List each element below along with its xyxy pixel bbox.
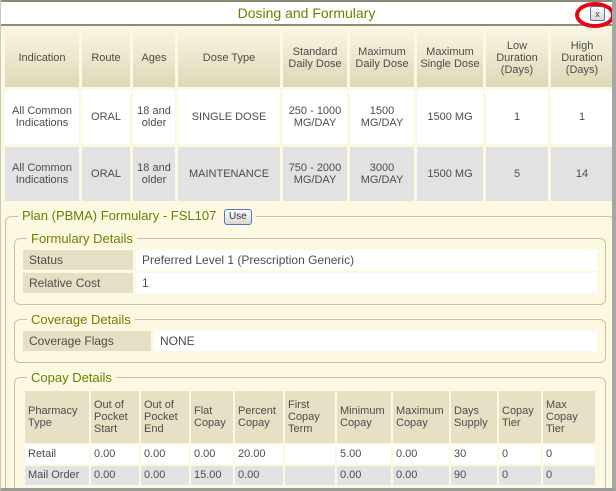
cell: Mail Order — [25, 466, 89, 485]
relative-cost-row: Relative Cost 1 — [23, 273, 597, 293]
cell: 90 — [451, 466, 497, 485]
copay-col-percent-copay: Percent Copay — [235, 391, 283, 443]
cell: 0.00 — [337, 466, 391, 485]
cell: 1 — [486, 90, 548, 144]
status-label: Status — [23, 250, 133, 270]
dosing-col-ages: Ages — [133, 29, 175, 87]
dosing-col-maximum-daily-dose: Maximum Daily Dose — [350, 29, 414, 87]
cell: Retail — [25, 445, 89, 464]
dosing-col-standard-daily-dose: Standard Daily Dose — [283, 29, 347, 87]
copay-col-maximum-copay: Maximum Copay — [393, 391, 449, 443]
dosing-col-maximum-single-dose: Maximum Single Dose — [417, 29, 483, 87]
dosing-row-maintenance: All Common Indications ORAL 18 and older… — [5, 147, 613, 201]
cell: SINGLE DOSE — [178, 90, 280, 144]
dosing-table: Indication Route Ages Dose Type Standard… — [2, 26, 616, 204]
copay-col-oop-end: Out of Pocket End — [141, 391, 189, 443]
copay-col-days-supply: Days Supply — [451, 391, 497, 443]
dosing-formulary-dialog: Dosing and Formulary x Indication Route … — [0, 0, 616, 491]
cell: 0 — [499, 445, 541, 464]
copay-col-flat-copay: Flat Copay — [191, 391, 233, 443]
coverage-flags-row: Coverage Flags NONE — [23, 331, 597, 351]
relative-cost-label: Relative Cost — [23, 273, 133, 293]
cell: 18 and older — [133, 147, 175, 201]
cell: 0 — [543, 445, 595, 464]
cell: ORAL — [82, 90, 130, 144]
cell: 0.00 — [91, 466, 139, 485]
cell: 1500 MG — [417, 90, 483, 144]
cell: 750 - 2000 MG/DAY — [283, 147, 347, 201]
copay-col-oop-start: Out of Pocket Start — [91, 391, 139, 443]
dosing-row-single-dose: All Common Indications ORAL 18 and older… — [5, 90, 613, 144]
cell: 1 — [551, 90, 613, 144]
dosing-header-row: Indication Route Ages Dose Type Standard… — [5, 29, 613, 87]
cell: 0.00 — [235, 466, 283, 485]
copay-header-row: Pharmacy Type Out of Pocket Start Out of… — [25, 391, 595, 443]
copay-col-max-copay-tier: Max Copay Tier — [543, 391, 595, 443]
cell: 0.00 — [393, 445, 449, 464]
close-button[interactable]: x — [590, 6, 605, 21]
plan-formulary-section: Plan (PBMA) Formulary - FSL107 Use Formu… — [5, 208, 615, 491]
cell — [285, 466, 335, 485]
copay-details-section: Copay Details Pharmacy Type Out of Pocke… — [14, 370, 606, 491]
cell: 1500 MG/DAY — [350, 90, 414, 144]
copay-col-minimum-copay: Minimum Copay — [337, 391, 391, 443]
copay-col-copay-tier: Copay Tier — [499, 391, 541, 443]
cell: 18 and older — [133, 90, 175, 144]
copay-row-retail: Retail 0.00 0.00 0.00 20.00 5.00 0.00 30… — [25, 445, 595, 464]
coverage-flags-value: NONE — [154, 331, 597, 351]
coverage-details-section: Coverage Details Coverage Flags NONE — [14, 312, 606, 363]
cell: 15.00 — [191, 466, 233, 485]
plan-formulary-title: Plan (PBMA) Formulary - FSL107 — [22, 208, 216, 223]
relative-cost-value: 1 — [136, 273, 597, 293]
formulary-details-legend: Formulary Details — [27, 231, 137, 246]
cell: 5 — [486, 147, 548, 201]
cell — [285, 445, 335, 464]
cell: 0.00 — [393, 466, 449, 485]
cell: 0.00 — [141, 466, 189, 485]
cell: 30 — [451, 445, 497, 464]
cell: 0.00 — [91, 445, 139, 464]
plan-formulary-legend: Plan (PBMA) Formulary - FSL107 Use — [18, 208, 256, 225]
cell: 0 — [499, 466, 541, 485]
cell: 0 — [543, 466, 595, 485]
dosing-col-high-duration: High Duration (Days) — [551, 29, 613, 87]
cell: All Common Indications — [5, 90, 79, 144]
page-title: Dosing and Formulary — [238, 5, 376, 21]
cell: 0.00 — [141, 445, 189, 464]
cell: 250 - 1000 MG/DAY — [283, 90, 347, 144]
dosing-col-indication: Indication — [5, 29, 79, 87]
formulary-details-section: Formulary Details Status Preferred Level… — [14, 231, 606, 305]
status-value: Preferred Level 1 (Prescription Generic) — [136, 250, 597, 270]
cell: 5.00 — [337, 445, 391, 464]
cell: 0.00 — [191, 445, 233, 464]
cell: ORAL — [82, 147, 130, 201]
copay-col-pharmacy-type: Pharmacy Type — [25, 391, 89, 443]
cell: 3000 MG/DAY — [350, 147, 414, 201]
cell: 20.00 — [235, 445, 283, 464]
dosing-col-route: Route — [82, 29, 130, 87]
copay-table: Pharmacy Type Out of Pocket Start Out of… — [23, 389, 597, 487]
cell: 14 — [551, 147, 613, 201]
copay-details-legend: Copay Details — [27, 370, 116, 385]
title-bar: Dosing and Formulary x — [1, 0, 612, 26]
cell: 1500 MG — [417, 147, 483, 201]
use-button[interactable]: Use — [224, 209, 252, 225]
copay-col-first-copay-term: First Copay Term — [285, 391, 335, 443]
cell: MAINTENANCE — [178, 147, 280, 201]
cell: All Common Indications — [5, 147, 79, 201]
coverage-details-legend: Coverage Details — [27, 312, 135, 327]
dosing-col-low-duration: Low Duration (Days) — [486, 29, 548, 87]
dosing-col-dose-type: Dose Type — [178, 29, 280, 87]
coverage-flags-label: Coverage Flags — [23, 331, 151, 351]
copay-row-mail-order: Mail Order 0.00 0.00 15.00 0.00 0.00 0.0… — [25, 466, 595, 485]
status-row: Status Preferred Level 1 (Prescription G… — [23, 250, 597, 270]
